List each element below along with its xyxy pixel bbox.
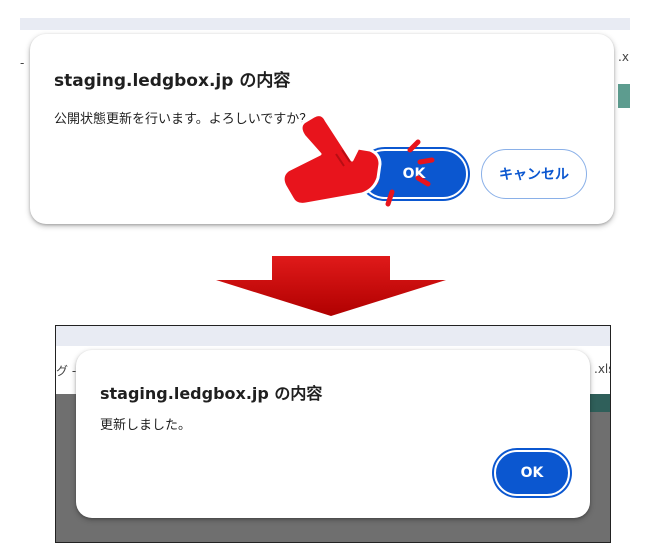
- background-text-fragment: .x: [618, 50, 629, 64]
- cancel-button[interactable]: キャンセル: [481, 149, 587, 199]
- before-screenshot: - .x staging.ledgbox.jp の内容 公開状態更新を行います。…: [20, 18, 630, 224]
- after-screenshot: グ - .xls staging.ledgbox.jp の内容 更新しました。 …: [55, 325, 611, 543]
- hand-pointer-icon: [281, 113, 382, 206]
- background-text-fragment: グ -: [56, 364, 77, 378]
- down-arrow-icon: [216, 256, 446, 316]
- ok-button[interactable]: OK: [494, 450, 570, 496]
- background-text-fragment: -: [20, 56, 25, 70]
- cancel-button-label: キャンセル: [499, 167, 569, 183]
- alert-dialog: staging.ledgbox.jp の内容 更新しました。 OK: [76, 350, 590, 518]
- background-teal-block: [618, 84, 630, 108]
- dialog-message: 更新しました。: [100, 418, 192, 433]
- background-text-fragment: .xls: [594, 362, 610, 376]
- browser-strip: [56, 326, 610, 346]
- dialog-title: staging.ledgbox.jp の内容: [54, 71, 291, 91]
- dialog-title: staging.ledgbox.jp の内容: [100, 384, 323, 403]
- browser-strip: [20, 18, 630, 30]
- ok-button-label: OK: [520, 465, 544, 481]
